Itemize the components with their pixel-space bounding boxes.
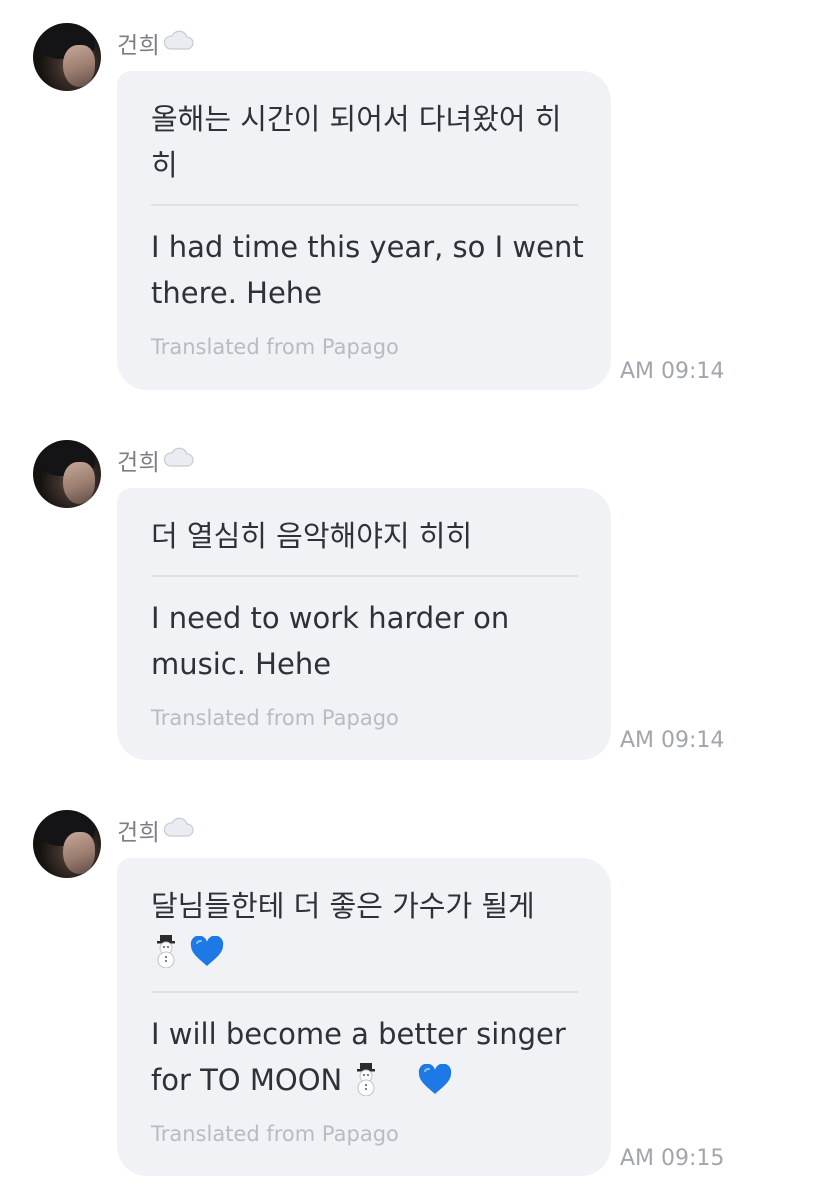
sender-label: 건희 [117,33,161,59]
cloud-icon [162,29,194,57]
divider [151,575,578,577]
translated-text: I need to work harder on music. Hehe [151,601,510,681]
timestamp: AM 09:14 [620,728,725,753]
translation-credit: Translated from Papago [151,335,399,359]
snowman-icon [151,934,181,969]
translation-credit: Translated from Papago [151,706,399,730]
translation-credit: Translated from Papago [151,1122,399,1146]
cloud-icon [162,816,194,844]
sender-name: 건희 [117,815,194,846]
translated-text: I will become a better singer for TO MOO… [151,1011,591,1103]
original-text-label: 달님들한테 더 좋은 가수가 될게 [151,889,535,923]
original-text: 달님들한테 더 좋은 가수가 될게 [151,883,581,975]
chat-message: 건희 올해는 시간이 되어서 다녀왔어 히히 I had time this y… [0,0,819,410]
cloud-icon [162,446,194,474]
divider [151,204,578,206]
timestamp: AM 09:15 [620,1146,725,1171]
blue-heart-icon [418,1063,452,1095]
message-bubble[interactable]: 올해는 시간이 되어서 다녀왔어 히히 I had time this year… [117,71,611,390]
snowman-icon [351,1062,381,1097]
avatar[interactable] [33,440,101,508]
original-text: 올해는 시간이 되어서 다녀왔어 히히 [151,102,562,182]
avatar[interactable] [33,23,101,91]
original-text: 더 열심히 음악해야지 히히 [151,519,473,553]
avatar[interactable] [33,810,101,878]
timestamp: AM 09:14 [620,359,725,384]
chat-message: 건희 더 열심히 음악해야지 히히 I need to work harder … [0,417,819,777]
message-bubble[interactable]: 더 열심히 음악해야지 히히 I need to work harder on … [117,488,611,760]
avatar-face [63,462,95,504]
avatar-face [63,832,95,874]
translated-text: I had time this year, so I went there. H… [151,230,584,310]
message-bubble[interactable]: 달님들한테 더 좋은 가수가 될게 I will become a better… [117,858,611,1176]
blue-heart-icon [190,935,224,967]
sender-label: 건희 [117,450,161,476]
sender-name: 건희 [117,28,194,59]
sender-label: 건희 [117,820,161,846]
sender-name: 건희 [117,445,194,476]
divider [151,991,578,993]
avatar-face [63,45,95,87]
chat-message: 건희 달님들한테 더 좋은 가수가 될게 I will become a bet… [0,787,819,1200]
